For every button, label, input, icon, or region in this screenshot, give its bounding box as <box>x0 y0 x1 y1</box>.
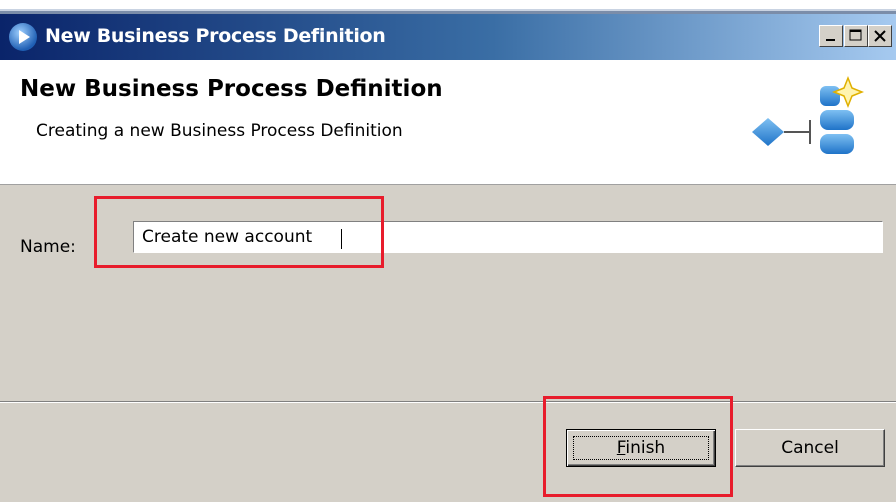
title-bar[interactable]: New Business Process Definition <box>0 14 896 60</box>
cancel-button[interactable]: Cancel <box>735 429 885 467</box>
process-definition-icon <box>752 75 865 154</box>
maximize-icon <box>849 29 862 41</box>
name-label: Name: <box>20 237 76 257</box>
name-field-highlight <box>94 196 384 268</box>
window-title: New Business Process Definition <box>45 25 386 47</box>
banner-title: New Business Process Definition <box>20 76 443 102</box>
close-button[interactable] <box>868 25 892 47</box>
button-separator <box>0 401 896 403</box>
app-play-icon <box>9 23 37 51</box>
finish-button-highlight <box>543 396 733 497</box>
maximize-button[interactable] <box>844 25 868 47</box>
background-window-edge <box>0 0 896 14</box>
minimize-button[interactable] <box>819 25 843 47</box>
wizard-banner: New Business Process Definition Creating… <box>0 60 896 185</box>
banner-description: Creating a new Business Process Definiti… <box>36 121 403 141</box>
minimize-icon <box>826 39 835 41</box>
close-icon <box>874 30 886 42</box>
